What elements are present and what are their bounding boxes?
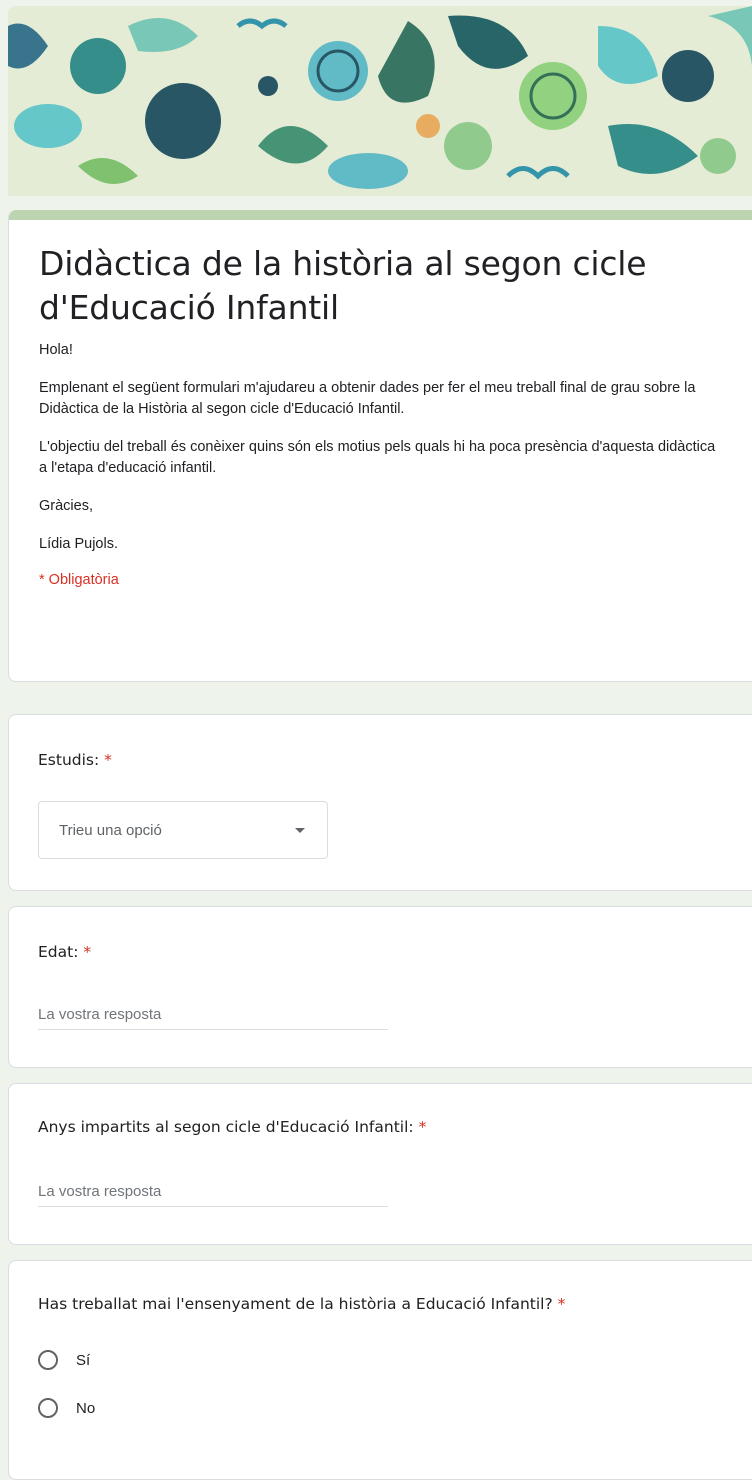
radio-option-no[interactable]: No xyxy=(38,1396,95,1420)
caret-down-icon xyxy=(295,828,305,833)
age-input[interactable] xyxy=(38,999,388,1030)
required-star: * xyxy=(557,1295,566,1313)
header-banner-image xyxy=(8,6,752,196)
radio-button[interactable] xyxy=(38,1398,58,1418)
radio-label: Sí xyxy=(76,1351,91,1369)
radio-button[interactable] xyxy=(38,1350,58,1370)
required-star: * xyxy=(83,943,92,961)
question-title: Edat: * xyxy=(38,943,91,961)
question-card-age: Edat: * xyxy=(8,906,752,1068)
studies-dropdown[interactable]: Trieu una opció xyxy=(38,801,328,859)
required-star: * xyxy=(104,751,112,769)
description-paragraph: Gràcies, xyxy=(39,498,93,514)
question-card-worked: Has treballat mai l'ensenyament de la hi… xyxy=(8,1260,752,1480)
question-text: Edat: xyxy=(38,943,79,961)
required-note: * Obligatòria xyxy=(39,572,119,588)
form-header-card: Didàctica de la història al segon cicle … xyxy=(8,210,752,682)
question-card-studies: Estudis: * Trieu una opció xyxy=(8,714,752,891)
description-paragraph: Lídia Pujols. xyxy=(39,536,118,552)
question-card-years: Anys impartits al segon cicle d'Educació… xyxy=(8,1083,752,1245)
required-star: * xyxy=(418,1118,427,1136)
form-description: Hola! Emplenant el següent formulari m'a… xyxy=(39,340,719,555)
description-paragraph: Emplenant el següent formulari m'ajudare… xyxy=(39,380,696,417)
question-title: Estudis: * xyxy=(38,751,112,769)
form-title: Didàctica de la història al segon cicle … xyxy=(39,244,647,327)
question-text: Estudis: xyxy=(38,751,100,769)
description-paragraph: Hola! xyxy=(39,342,73,358)
question-text: Has treballat mai l'ensenyament de la hi… xyxy=(38,1295,553,1313)
question-text: Anys impartits al segon cicle d'Educació… xyxy=(38,1118,414,1136)
question-title: Anys impartits al segon cicle d'Educació… xyxy=(38,1118,426,1136)
years-input[interactable] xyxy=(38,1176,388,1207)
radio-label: No xyxy=(76,1399,96,1417)
radio-option-si[interactable]: Sí xyxy=(38,1348,90,1372)
accent-bar xyxy=(9,210,752,220)
description-paragraph: L'objectiu del treball és conèixer quins… xyxy=(39,439,716,476)
question-title: Has treballat mai l'ensenyament de la hi… xyxy=(38,1295,565,1313)
dropdown-value: Trieu una opció xyxy=(59,822,162,839)
